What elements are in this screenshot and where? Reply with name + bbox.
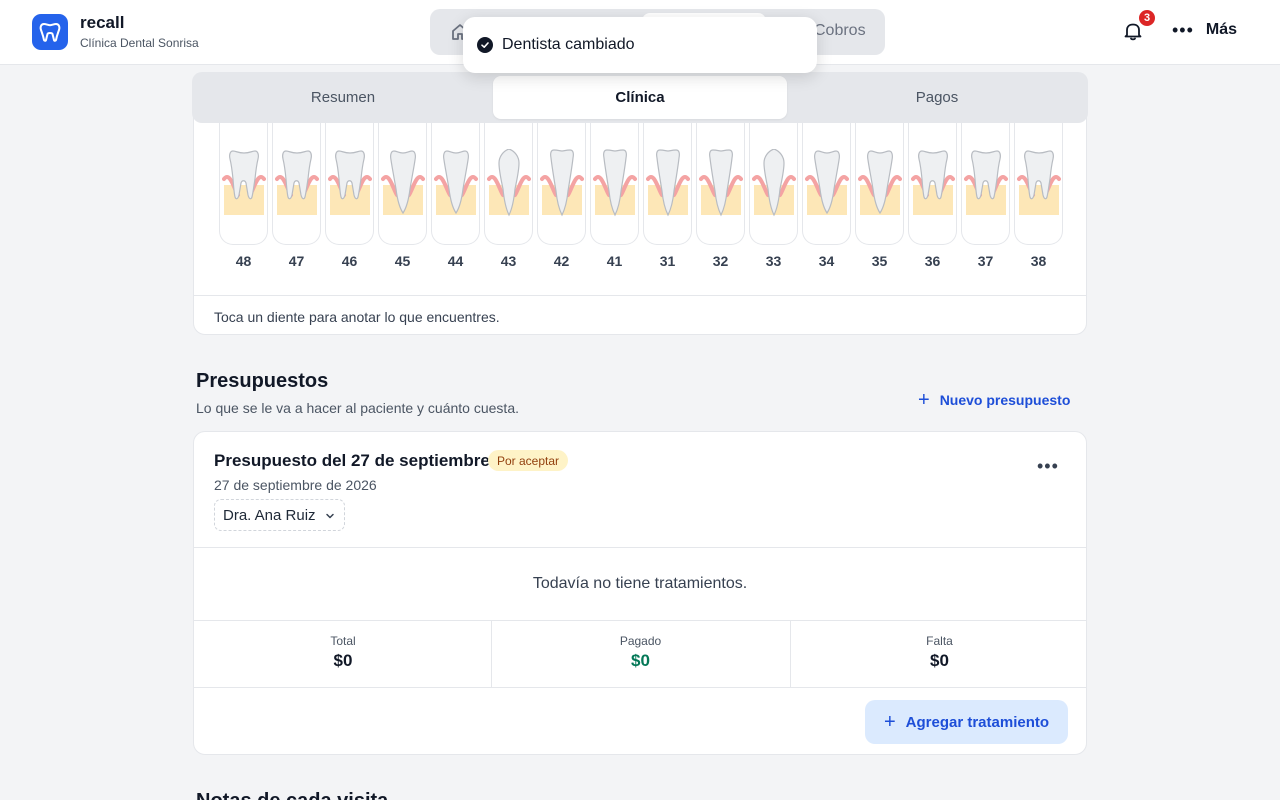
more-dots-icon: ••• — [1172, 20, 1194, 40]
tooth-35[interactable] — [855, 121, 904, 245]
plus-icon: + — [918, 389, 930, 411]
tooth-number-34: 34 — [818, 253, 835, 269]
plus-icon: + — [883, 711, 896, 733]
tooth-icon — [540, 149, 584, 217]
tooth-number-37: 37 — [977, 253, 994, 269]
tooth-44[interactable] — [431, 121, 480, 245]
new-budget-label: Nuevo presupuesto — [939, 392, 1071, 408]
tooth-icon — [1017, 150, 1061, 215]
tooth-32[interactable] — [696, 121, 745, 245]
odontogram-card: 48 47 46 45 44 43 42 41 31 32 33 34 35 36 37 38 Toca un… — [193, 100, 1087, 335]
budget-options-icon[interactable]: ••• — [1037, 457, 1059, 475]
tooth-number-43: 43 — [500, 253, 517, 269]
odontogram-hint: Toca un diente para anotar lo que encuen… — [194, 295, 1086, 335]
tooth-icon — [964, 150, 1008, 215]
tooth-icon — [805, 150, 849, 215]
brand: recall Clínica Dental Sonrisa — [80, 13, 199, 51]
tooth-number-47: 47 — [288, 253, 305, 269]
tooth-31[interactable] — [643, 121, 692, 245]
total-value: $0 — [333, 651, 353, 670]
tooth-icon — [646, 149, 690, 217]
budget-title: Presupuesto del 27 de septiembre — [214, 451, 490, 470]
check-circle-icon — [477, 37, 493, 53]
tab-clinica[interactable]: Clínica — [493, 76, 787, 119]
tooth-number-32: 32 — [712, 253, 729, 269]
budget-date: 27 de septiembre de 2026 — [214, 477, 377, 493]
dentist-select[interactable]: Dra. Ana Ruiz — [214, 499, 345, 531]
divider — [194, 547, 1086, 548]
nav-tab-cobros[interactable]: Cobros — [814, 22, 866, 40]
tooth-34[interactable] — [802, 121, 851, 245]
budgets-title: Presupuestos — [196, 370, 329, 392]
toast-message: Dentista cambiado — [502, 36, 635, 53]
tooth-41[interactable] — [590, 121, 639, 245]
tooth-number-45: 45 — [394, 253, 411, 269]
tooth-36[interactable] — [908, 121, 957, 245]
app-name: recall — [80, 13, 125, 32]
tab-pagos[interactable]: Pagos — [790, 76, 1084, 119]
tooth-icon — [487, 149, 531, 217]
tooth-number-36: 36 — [924, 253, 941, 269]
more-label: Más — [1205, 21, 1238, 38]
new-budget-button[interactable]: + Nuevo presupuesto — [918, 389, 1071, 411]
tooth-number-33: 33 — [765, 253, 782, 269]
summary-paid: Pagado $0 — [491, 621, 789, 688]
tooth-icon — [911, 150, 955, 215]
tooth-number-44: 44 — [447, 253, 464, 269]
app-logo-icon[interactable] — [32, 14, 68, 50]
divider — [194, 687, 1086, 688]
tooth-48[interactable] — [219, 121, 268, 245]
tooth-45[interactable] — [378, 121, 427, 245]
more-menu-button[interactable]: ••• Más — [1172, 20, 1237, 40]
tooth-47[interactable] — [272, 121, 321, 245]
add-treatment-label: Agregar tratamiento — [905, 713, 1050, 731]
tooth-42[interactable] — [537, 121, 586, 245]
section-tabs: Resumen Clínica Pagos — [192, 72, 1088, 123]
tooth-38[interactable] — [1014, 121, 1063, 245]
status-badge: Por aceptar — [488, 450, 569, 471]
tooth-number-41: 41 — [606, 253, 623, 269]
tooth-number-48: 48 — [235, 253, 252, 269]
add-treatment-button[interactable]: + Agregar tratamiento — [865, 700, 1068, 744]
empty-treatments-text: Todavía no tiene tratamientos. — [532, 575, 748, 592]
paid-label: Pagado — [619, 634, 662, 648]
notification-badge: 3 — [1137, 8, 1157, 28]
clinic-name: Clínica Dental Sonrisa — [80, 36, 199, 50]
tooth-icon — [222, 150, 266, 215]
tooth-icon — [381, 150, 425, 215]
tooth-43[interactable] — [484, 121, 533, 245]
tooth-icon — [752, 149, 796, 217]
tooth-icon — [593, 149, 637, 217]
visit-notes-title: Notas de cada visita — [196, 790, 388, 800]
tooth-number-35: 35 — [871, 253, 888, 269]
tab-resumen[interactable]: Resumen — [196, 76, 490, 119]
tooth-33[interactable] — [749, 121, 798, 245]
total-label: Total — [330, 634, 356, 648]
dentist-name: Dra. Ana Ruiz — [223, 506, 316, 524]
budgets-subtitle: Lo que se le va a hacer al paciente y cu… — [196, 400, 519, 416]
due-label: Falta — [926, 634, 953, 648]
summary-total: Total $0 — [194, 621, 492, 688]
tooth-icon — [858, 150, 902, 215]
summary-due: Falta $0 — [790, 621, 1088, 688]
due-value: $0 — [930, 651, 949, 670]
paid-value: $0 — [631, 651, 650, 670]
budget-summary: Total $0 Pagado $0 Falta $0 — [194, 621, 1086, 688]
tooth-number-46: 46 — [341, 253, 358, 269]
chevron-down-icon — [325, 513, 334, 519]
budget-card: Presupuesto del 27 de septiembre Por ace… — [193, 431, 1087, 755]
tooth-46[interactable] — [325, 121, 374, 245]
tooth-icon — [434, 150, 478, 215]
toast-notification: Dentista cambiado — [463, 17, 817, 73]
tooth-number-38: 38 — [1030, 253, 1047, 269]
tooth-icon — [699, 149, 743, 217]
tooth-icon — [328, 150, 372, 215]
tooth-37[interactable] — [961, 121, 1010, 245]
tooth-logo-icon — [39, 23, 61, 42]
tooth-number-42: 42 — [553, 253, 570, 269]
tooth-icon — [275, 150, 319, 215]
tooth-number-31: 31 — [659, 253, 676, 269]
